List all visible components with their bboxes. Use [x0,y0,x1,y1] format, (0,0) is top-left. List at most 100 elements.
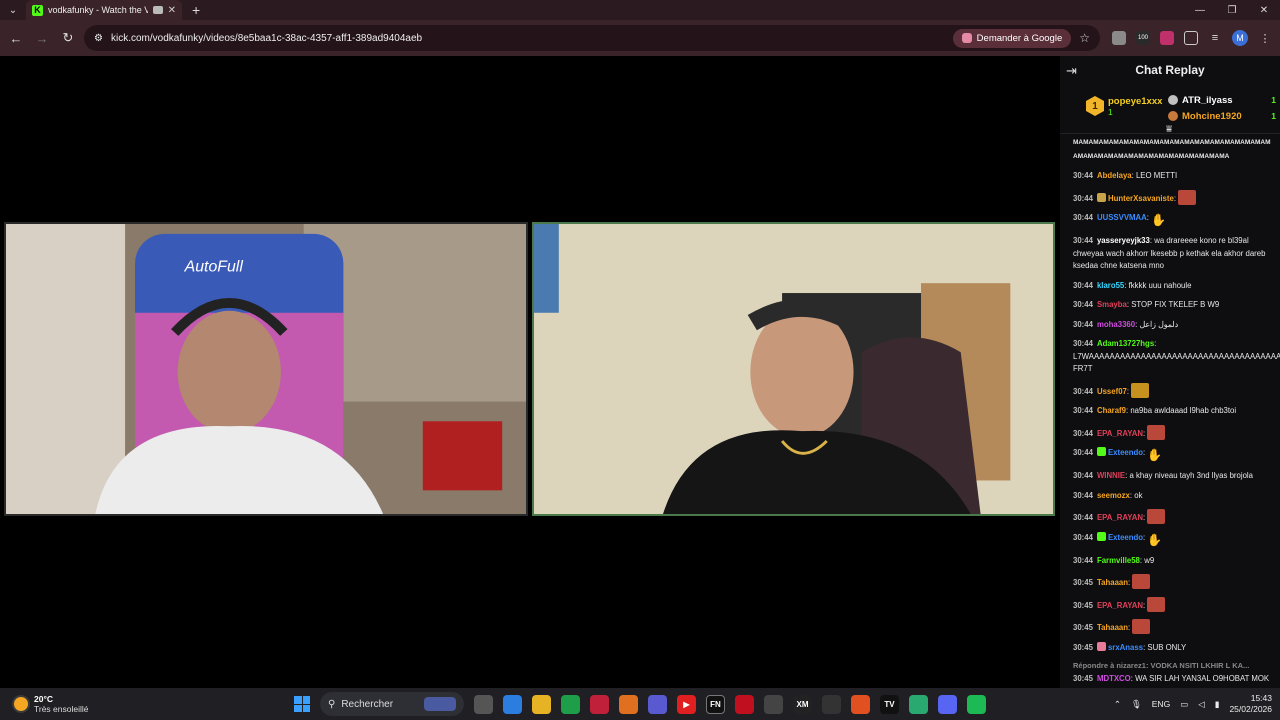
filter-icon[interactable]: ⩸ [1166,124,1172,135]
message-username[interactable]: Exteendo [1108,533,1143,542]
fn-app-icon[interactable]: FN [706,694,725,714]
youtube-icon[interactable]: ▶ [677,694,696,714]
message-separator: : [1154,339,1157,348]
reply-hint[interactable]: Répondre à nizarez1: VODKA NSITI LKHIR L… [1073,661,1272,670]
tab-close-icon[interactable]: ✕ [168,5,176,16]
weather-widget[interactable]: 20°C Très ensoleillé [14,694,89,714]
collapse-chat-icon[interactable]: ⇥ [1066,63,1077,79]
spotify-icon[interactable] [967,694,986,714]
microphone-icon[interactable]: 🎙 [1131,699,1142,710]
reading-list-icon[interactable]: ≡ [1208,31,1222,45]
search-highlight-image [424,697,456,711]
ask-google-button[interactable]: Demander à Google [952,28,1072,48]
tray-chevron-icon[interactable]: ⌃ [1114,699,1121,710]
xm-app-icon[interactable]: XM [793,694,812,714]
red-app-icon[interactable] [590,694,609,714]
leaderboard-row[interactable]: Mohcine1920 1 [1168,108,1276,124]
chat-message: 30:44 EPA_RAYAN: [1073,424,1272,441]
shield-extension-icon[interactable] [1160,31,1174,45]
teams-icon[interactable] [648,694,667,714]
message-username[interactable]: srxAnass [1108,643,1143,652]
message-username[interactable]: Adam13727hgs [1097,339,1154,348]
chat-message: 30:44 Smayba: STOP FIX TKELEF B W9 [1073,299,1272,312]
chat-message: 30:44 seemozx: ok [1073,490,1272,503]
message-username[interactable]: Abdelaya [1097,171,1132,180]
leaderboard-first[interactable]: 1 popeye1xxx 1 [1086,96,1162,117]
video-player[interactable]: AutoFull [0,56,1060,688]
message-username[interactable]: MDTXCO [1097,674,1131,683]
message-username[interactable]: EPA_RAYAN [1097,429,1143,438]
back-button[interactable]: ← [6,28,26,48]
chat-message: 30:44 EPA_RAYAN: [1073,509,1272,525]
clock[interactable]: 15:43 25/02/2026 [1229,693,1272,715]
sun-icon [14,697,28,711]
red-app-2-icon[interactable] [735,694,754,714]
message-username[interactable]: HunterXsavaniste [1108,194,1174,203]
message-time: 30:45 [1073,642,1093,652]
taskbar-search[interactable]: ⚲ Rechercher [320,692,464,716]
chrome-icon[interactable] [561,694,580,714]
language-indicator[interactable]: ENG [1152,699,1170,709]
minimize-icon[interactable]: — [1184,5,1216,16]
message-text: na9ba awldaaad l9hab chb3toi [1130,406,1237,415]
leader-count: 1 [1271,111,1276,121]
reload-button[interactable]: ↻ [58,28,78,48]
network-icon[interactable]: ▭ [1180,699,1188,710]
game-app-icon[interactable] [909,694,928,714]
message-username[interactable]: moha3360 [1097,320,1135,329]
message-time: 30:44 [1073,386,1093,396]
puzzle-extensions-icon[interactable] [1184,31,1198,45]
obs-icon[interactable] [822,694,841,714]
bookmark-star-icon[interactable]: ☆ [1079,31,1090,45]
message-username[interactable]: EPA_RAYAN [1097,601,1143,610]
windows-start-icon[interactable] [294,696,310,712]
tab-search-icon[interactable]: ⌄ [0,0,26,20]
message-username[interactable]: EPA_RAYAN [1097,513,1143,522]
close-window-icon[interactable]: ✕ [1248,5,1280,16]
message-username[interactable]: WINNIE [1097,471,1125,480]
emote-hand-icon: ✋ [1147,448,1163,462]
brave-icon[interactable] [851,694,870,714]
battery-icon[interactable]: ▮ [1215,699,1220,710]
profile-avatar[interactable]: M [1232,30,1248,46]
message-time: 30:45 [1073,674,1093,683]
new-tab-button[interactable]: + [192,2,200,18]
message-username[interactable]: klaro55 [1097,281,1124,290]
message-username[interactable]: seemozx [1097,491,1130,500]
url-bar[interactable]: ⚙ kick.com/vodkafunky/videos/8e5baa1c-38… [84,25,1100,51]
task-view-icon[interactable] [474,694,493,714]
steam-icon[interactable] [764,694,783,714]
chat-messages: MAMAMAMAMAMAMAMAMAMAMAMAMAMAMAMAMAMAMAMA… [1060,136,1280,688]
emote-hand-icon: ✋ [1147,532,1163,547]
site-info-icon[interactable]: ⚙ [94,33,103,44]
message-username[interactable]: Farmville58 [1097,556,1140,565]
forward-button[interactable]: → [32,28,52,48]
user-badge-icon [1096,447,1106,456]
active-tab[interactable]: K vodkafunky - Watch the VO ✕ [26,0,182,20]
volume-icon[interactable]: ◁ [1198,699,1205,710]
message-time: 30:44 [1073,339,1093,348]
leaderboard-row[interactable]: ATR_ilyass 1 [1168,92,1276,108]
extension-badge-icon[interactable]: 100 [1136,31,1150,45]
weather-desc: Très ensoleillé [34,704,89,714]
message-username[interactable]: UUSSVVMAA [1097,213,1147,222]
copilot-icon[interactable] [503,694,522,714]
message-username[interactable]: Tahaaan [1097,623,1128,632]
message-username[interactable]: Charaf9 [1097,406,1126,415]
message-username[interactable]: yasseryeyjk33 [1097,236,1150,245]
menu-kebab-icon[interactable]: ⋮ [1258,31,1272,45]
file-explorer-icon[interactable] [532,694,551,714]
maximize-icon[interactable]: ❐ [1216,5,1248,16]
extension-icon[interactable] [1112,31,1126,45]
message-username[interactable]: Ussef07 [1097,387,1127,396]
chat-message: 30:45 MDTXCO: WA SIR LAH YAN3AL O9HOBAT M… [1073,673,1272,688]
orange-app-icon[interactable] [619,694,638,714]
tradingview-icon[interactable]: TV [880,694,899,714]
message-time: 30:44 [1073,490,1093,500]
message-username[interactable]: Smayba [1097,300,1127,309]
svg-text:AutoFull: AutoFull [184,258,244,275]
message-text: ok [1134,490,1143,500]
message-username[interactable]: Exteendo [1108,448,1143,457]
message-username[interactable]: Tahaaan [1097,578,1128,587]
discord-icon[interactable] [938,694,957,714]
